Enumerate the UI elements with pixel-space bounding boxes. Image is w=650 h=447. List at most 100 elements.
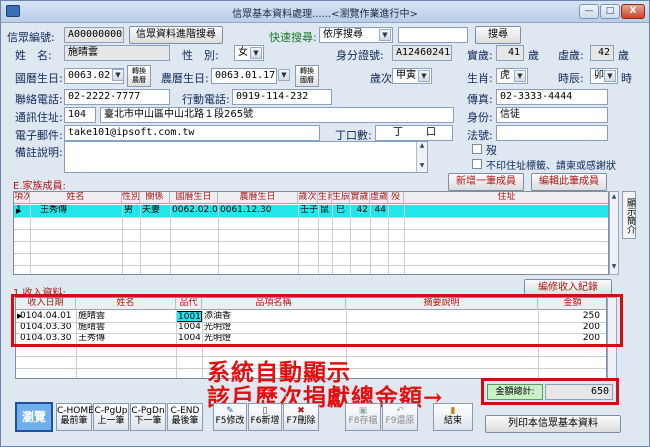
scroll-down-icon[interactable]: ▼ [610, 262, 618, 272]
note-scrollbar[interactable]: ▲ ▼ [416, 142, 427, 172]
noprint-label: 不印住址標籤、請柬或感謝狀 [486, 161, 616, 172]
family-col-header[interactable]: 項次 [14, 192, 30, 204]
quick-search-label: 快速搜尋: [269, 31, 317, 44]
add-member-button[interactable]: 新增一筆成員 [448, 173, 524, 191]
zip-field[interactable]: 104 [64, 107, 96, 123]
show-profile-tab[interactable]: 顯示簡介 [622, 191, 636, 239]
convert-to-solar-button[interactable]: 轉換 國曆 [295, 65, 319, 87]
note-textarea[interactable] [64, 141, 428, 173]
family-cell [390, 205, 404, 216]
first-record-button[interactable]: C-HOME 最前筆 [56, 403, 94, 431]
name-field[interactable]: 施晴雲 [64, 45, 170, 61]
search-button[interactable]: 搜尋 [475, 26, 521, 44]
new-file-icon: ▯ [262, 406, 268, 416]
quick-search-select[interactable]: 依序搜尋 ▼ [319, 27, 393, 43]
dharma-label: 法號: [467, 129, 493, 142]
restore-label: F9還原 [385, 416, 415, 426]
deceased-checkbox[interactable] [472, 144, 482, 154]
kou-value: 口 [426, 127, 436, 138]
family-col-header[interactable]: 國曆生日 [170, 192, 218, 204]
chevron-down-icon[interactable]: ▼ [112, 69, 124, 81]
main-window: 信眾基本資料處理......<瀏覽作業進行中> — □ X 信眾編號: A000… [0, 0, 650, 447]
delete-icon: ✖ [297, 406, 305, 416]
last-record-button[interactable]: C-END 最後筆 [167, 403, 203, 431]
family-cell: 壬子 [300, 205, 318, 215]
family-scrollbar[interactable]: ▲ ▼ [609, 191, 619, 275]
family-cell: 42 [356, 205, 368, 215]
idno-field[interactable]: A124602413 [392, 45, 452, 61]
family-col-header[interactable]: 性別 [122, 192, 140, 204]
family-cell: 夫妻 [142, 205, 161, 215]
family-cell: 巳 [336, 205, 346, 215]
dharma-field[interactable] [496, 125, 608, 141]
minimize-button[interactable]: — [579, 4, 599, 19]
family-cell: 王秀傳 [40, 205, 68, 215]
age-unit: 歲 [528, 49, 539, 62]
family-col-header[interactable]: 實歲 [350, 192, 370, 204]
next-record-label: 下一筆 [134, 416, 162, 426]
email-field[interactable]: take101@ipsoft.com.tw [64, 125, 320, 141]
chevron-down-icon[interactable]: ▼ [514, 70, 526, 82]
noprint-checkbox[interactable] [472, 159, 482, 169]
phone-field[interactable]: 02-2222-7777 [64, 89, 170, 105]
zodiac-value: 虎 [500, 70, 510, 81]
lunar-birth-field[interactable]: 0063.01.17 [211, 68, 277, 84]
ganzhi-select[interactable]: 甲寅 ▼ [392, 68, 432, 84]
role-label: 身份: [467, 111, 493, 124]
role-field[interactable]: 信徒 [496, 107, 608, 123]
family-col-header[interactable]: 虛歲 [370, 192, 388, 204]
maximize-button[interactable]: □ [600, 4, 620, 19]
chevron-down-icon[interactable]: ▼ [418, 70, 430, 82]
family-col-header[interactable]: 殁 [388, 192, 404, 204]
family-col-header[interactable]: 住址 [404, 192, 608, 204]
mobile-field[interactable]: 0919-114-232 [232, 89, 332, 105]
chevron-down-icon[interactable]: ▼ [250, 47, 262, 59]
save-label: F8存檔 [348, 416, 378, 426]
gender-value: 女 [238, 47, 248, 58]
hour-select[interactable]: 卯 ▼ [590, 68, 618, 84]
restore-button[interactable]: ↶ F9還原 [382, 403, 418, 431]
kou-field[interactable]: 口 [413, 125, 453, 141]
family-col-header[interactable]: 關係 [140, 192, 170, 204]
save-button[interactable]: ▣ F8存檔 [345, 403, 381, 431]
vage-field: 42 [590, 45, 614, 61]
browse-button[interactable]: 瀏覽 [15, 402, 53, 432]
table-row[interactable]: 1 王秀傳 男 夫妻 0062.02.02 0061.12.30 壬子 鼠 巳 … [14, 205, 608, 217]
zodiac-select[interactable]: 虎 ▼ [496, 68, 528, 84]
scroll-up-icon[interactable]: ▲ [417, 142, 427, 150]
zodiac-label: 生肖: [467, 72, 493, 85]
prev-record-button[interactable]: C-PgUp 上一筆 [93, 403, 129, 431]
undo-icon: ↶ [396, 406, 404, 416]
note-label: 備註說明: [15, 146, 63, 159]
scroll-down-icon[interactable]: ▼ [417, 162, 427, 170]
mobile-label: 行動電話: [182, 93, 230, 106]
close-button[interactable]: X [621, 4, 645, 19]
chevron-down-icon[interactable]: ▼ [278, 69, 290, 81]
family-col-header[interactable]: 農曆生日 [218, 192, 298, 204]
family-col-header[interactable]: 姓名 [30, 192, 122, 204]
family-col-header[interactable]: 歲次 [298, 192, 318, 204]
next-record-button[interactable]: C-PgDn 下一筆 [130, 403, 166, 431]
delete-button[interactable]: ✖ F7刪除 [283, 403, 319, 431]
address-field[interactable]: 臺北市中山區中山北路１段265號 [100, 107, 454, 123]
exit-button[interactable]: ▮ 結束 [433, 403, 473, 431]
convert-to-lunar-button[interactable]: 轉換 農曆 [127, 65, 151, 87]
quick-search-input[interactable] [398, 27, 468, 43]
family-grid[interactable]: 項次 姓名 性別 關係 國曆生日 農曆生日 歲次 生肖 生辰 實歲 虛歲 殁 住… [13, 191, 609, 275]
family-cell: 鼠 [320, 205, 330, 215]
edit-button[interactable]: ✎ F5修改 [213, 403, 247, 431]
family-col-header[interactable]: 生肖 [318, 192, 332, 204]
edit-icon: ✎ [226, 406, 234, 416]
advanced-search-button[interactable]: 信眾資料進階搜尋 [129, 26, 223, 44]
edit-member-button[interactable]: 編輯此筆成員 [531, 173, 607, 191]
new-button[interactable]: ▯ F6新增 [248, 403, 282, 431]
scroll-up-icon[interactable]: ▲ [610, 192, 618, 202]
convert-to-solar-label: 轉換 國曆 [300, 67, 314, 84]
print-button[interactable]: 列印本信眾基本資料 [485, 415, 621, 433]
gender-select[interactable]: 女 ▼ [234, 45, 264, 61]
chevron-down-icon[interactable]: ▼ [604, 70, 616, 82]
fax-field[interactable]: 02-3333-4444 [496, 89, 608, 105]
next-key-label: C-PgDn [131, 406, 165, 416]
chevron-down-icon[interactable]: ▼ [379, 29, 391, 41]
family-col-header[interactable]: 生辰 [332, 192, 350, 204]
